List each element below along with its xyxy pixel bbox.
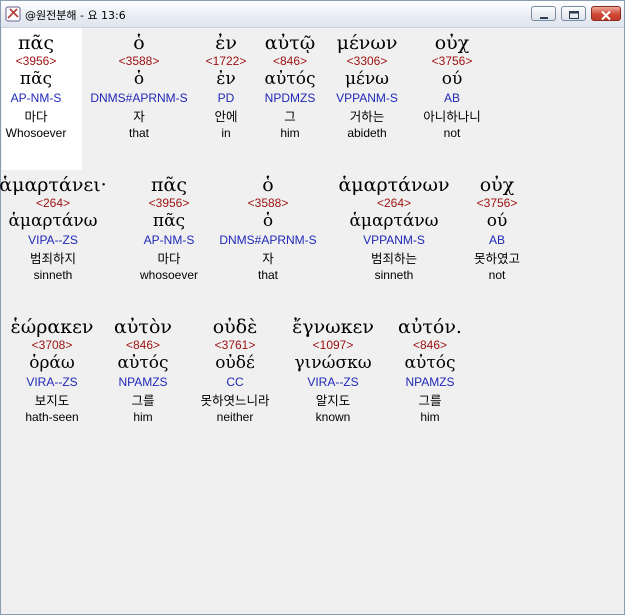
word-column[interactable]: αὐτόν. <846> αὐτός NPAMZS 그를 him: [360, 316, 500, 425]
interlinear-panel: πᾶς <3956> πᾶς AP-NM-S 마다 Whosoever ὁ <3588> ὁ DN…: [0, 28, 623, 613]
close-button[interactable]: [591, 6, 621, 21]
korean-gloss: 그를: [418, 393, 442, 408]
korean-gloss: 아니하나니: [423, 109, 481, 124]
strong-number: <3756>: [476, 196, 518, 210]
english-gloss: not: [443, 126, 461, 140]
korean-gloss: 못하였고: [473, 251, 520, 266]
lemma: ού: [486, 211, 508, 231]
korean-gloss: 자: [262, 251, 274, 266]
english-gloss: him: [420, 410, 440, 424]
minimize-button[interactable]: [531, 6, 556, 21]
maximize-icon: [569, 11, 579, 19]
close-icon: [601, 10, 611, 21]
strong-number: <846>: [412, 338, 448, 352]
bible-app-icon: [5, 6, 21, 22]
parsing-code: AB: [443, 91, 460, 105]
window-title: @원전분해 - 요 13:6: [25, 9, 126, 22]
word-column[interactable]: οὐχ <3756> ού AB 아니하나니 not: [382, 32, 522, 141]
maximize-button[interactable]: [561, 6, 586, 21]
greek-word: ὁ: [262, 174, 274, 196]
lemma: ού: [441, 69, 463, 89]
word-column[interactable]: ὁ <3588> ὁ DNMS#APRNM-S 자 that: [198, 174, 338, 283]
english-gloss: that: [257, 268, 278, 282]
english-gloss: not: [488, 268, 506, 282]
parsing-code: AB: [488, 233, 505, 247]
lemma: ὁ: [262, 211, 274, 231]
parsing-code: NPAMZS: [405, 375, 455, 389]
strong-number: <3588>: [247, 196, 289, 210]
greek-word: αὐτόν.: [398, 316, 462, 338]
lemma: αὐτός: [404, 353, 456, 373]
strong-number: <3756>: [431, 54, 473, 68]
greek-word: οὐχ: [479, 174, 515, 196]
minimize-icon: [540, 17, 548, 19]
app-window: @원전분해 - 요 13:6 πᾶς <3956> πᾶς AP-NM-S 마다 Whos…: [0, 0, 625, 615]
greek-word: οὐχ: [434, 32, 470, 54]
parsing-code: DNMS#APRNM-S: [219, 233, 317, 247]
word-column[interactable]: οὐχ <3756> ού AB 못하였고 not: [427, 174, 567, 283]
title-bar[interactable]: @원전분해 - 요 13:6: [1, 1, 624, 28]
